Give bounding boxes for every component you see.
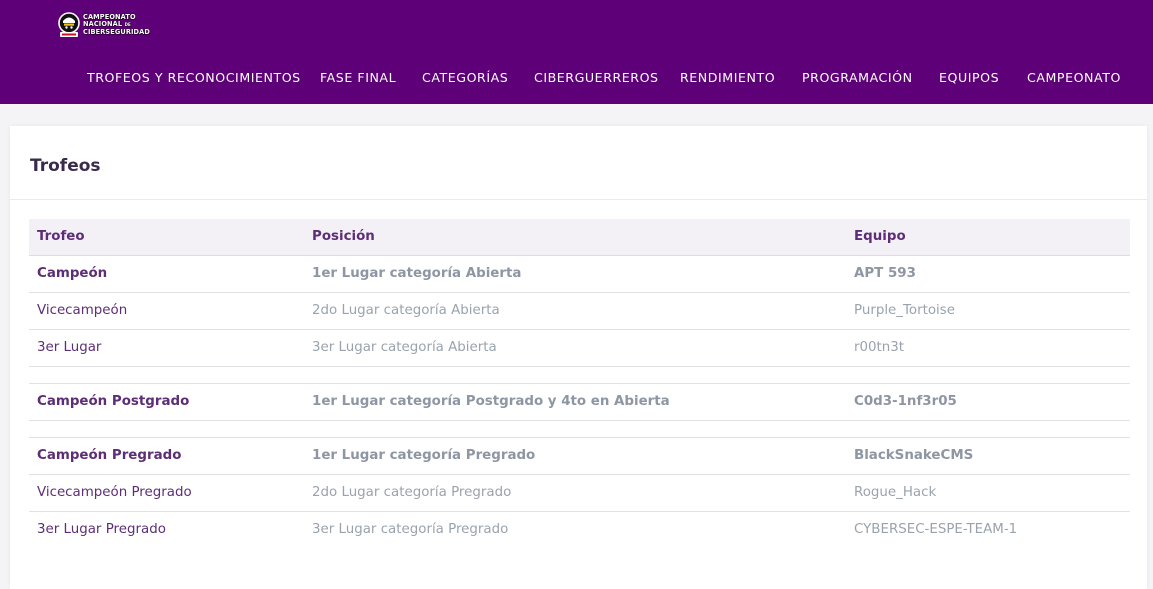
logo-line-2-small: DE [124, 22, 131, 28]
column-header-posicion: Posición [312, 229, 375, 244]
nav-item-rendimiento[interactable]: RENDIMIENTO [680, 70, 775, 85]
cell-posicion: 3er Lugar categoría Abierta [312, 340, 497, 355]
table-row: 3er Lugar 3er Lugar categoría Abierta r0… [29, 330, 1130, 367]
table-row: Campeón Postgrado 1er Lugar categoría Po… [29, 384, 1130, 421]
cell-posicion: 1er Lugar categoría Postgrado y 4to en A… [312, 394, 670, 409]
table-row: Campeón Pregrado 1er Lugar categoría Pre… [29, 438, 1130, 475]
table-row: 3er Lugar Pregrado 3er Lugar categoría P… [29, 512, 1130, 548]
cell-trofeo: Campeón Pregrado [37, 448, 182, 463]
cell-equipo: Rogue_Hack [854, 485, 937, 500]
table-spacer-row [29, 421, 1130, 438]
column-header-equipo: Equipo [854, 229, 906, 244]
table-header: Trofeo Posición Equipo [29, 219, 1130, 256]
cell-trofeo: 3er Lugar [37, 340, 102, 355]
cell-posicion: 3er Lugar categoría Pregrado [312, 522, 509, 537]
nav-item-ciberguerreros[interactable]: CIBERGUERREROS [534, 70, 659, 85]
cell-posicion: 2do Lugar categoría Abierta [312, 303, 500, 318]
cell-equipo: r00tn3t [854, 340, 905, 355]
cell-posicion: 1er Lugar categoría Abierta [312, 266, 522, 281]
column-header-trofeo: Trofeo [37, 229, 85, 244]
cell-posicion: 2do Lugar categoría Pregrado [312, 485, 512, 500]
cell-equipo: C0d3-1nf3r05 [854, 394, 957, 409]
championship-logo[interactable]: CAMPEONATO NACIONAL DE CIBERSEGURIDAD [58, 12, 150, 38]
cell-trofeo: Vicecampeón Pregrado [37, 485, 192, 500]
card-title: Trofeos [30, 156, 101, 176]
main-nav: TROFEOS Y RECONOCIMIENTOS FASE FINAL CAT… [0, 70, 1153, 88]
cell-equipo: BlackSnakeCMS [854, 448, 974, 463]
trophies-table: Trofeo Posición Equipo Campeón 1er Lugar… [29, 219, 1130, 548]
logo-emblem-icon [58, 12, 80, 38]
nav-item-programacion[interactable]: PROGRAMACIÓN [802, 70, 913, 85]
cell-equipo: Purple_Tortoise [854, 303, 955, 318]
card-divider [10, 199, 1147, 200]
cell-trofeo: Campeón [37, 266, 108, 281]
cell-trofeo: Campeón Postgrado [37, 394, 190, 409]
table-row: Vicecampeón 2do Lugar categoría Abierta … [29, 293, 1130, 330]
nav-item-trofeos[interactable]: TROFEOS Y RECONOCIMIENTOS [87, 70, 301, 85]
nav-item-equipos[interactable]: EQUIPOS [939, 70, 999, 85]
cell-trofeo: Vicecampeón [37, 303, 128, 318]
cell-equipo: APT 593 [854, 266, 916, 281]
table-row: Vicecampeón Pregrado 2do Lugar categoría… [29, 475, 1130, 512]
cell-trofeo: 3er Lugar Pregrado [37, 522, 166, 537]
table-spacer-row [29, 367, 1130, 384]
nav-item-categorias[interactable]: CATEGORÍAS [422, 70, 508, 85]
logo-wordmark: CAMPEONATO NACIONAL DE CIBERSEGURIDAD [83, 13, 150, 36]
nav-item-campeonato[interactable]: CAMPEONATO [1027, 70, 1121, 85]
cell-equipo: CYBERSEC-ESPE-TEAM-1 [854, 522, 1018, 537]
nav-item-fase-final[interactable]: FASE FINAL [320, 70, 396, 85]
table-row: Campeón 1er Lugar categoría Abierta APT … [29, 256, 1130, 293]
trophies-card: Trofeos Trofeo Posición Equipo Campeón 1… [10, 126, 1147, 589]
logo-line-3: CIBERSEGURIDAD [83, 27, 150, 36]
top-navbar: CAMPEONATO NACIONAL DE CIBERSEGURIDAD TR… [0, 0, 1153, 104]
cell-posicion: 1er Lugar categoría Pregrado [312, 448, 536, 463]
